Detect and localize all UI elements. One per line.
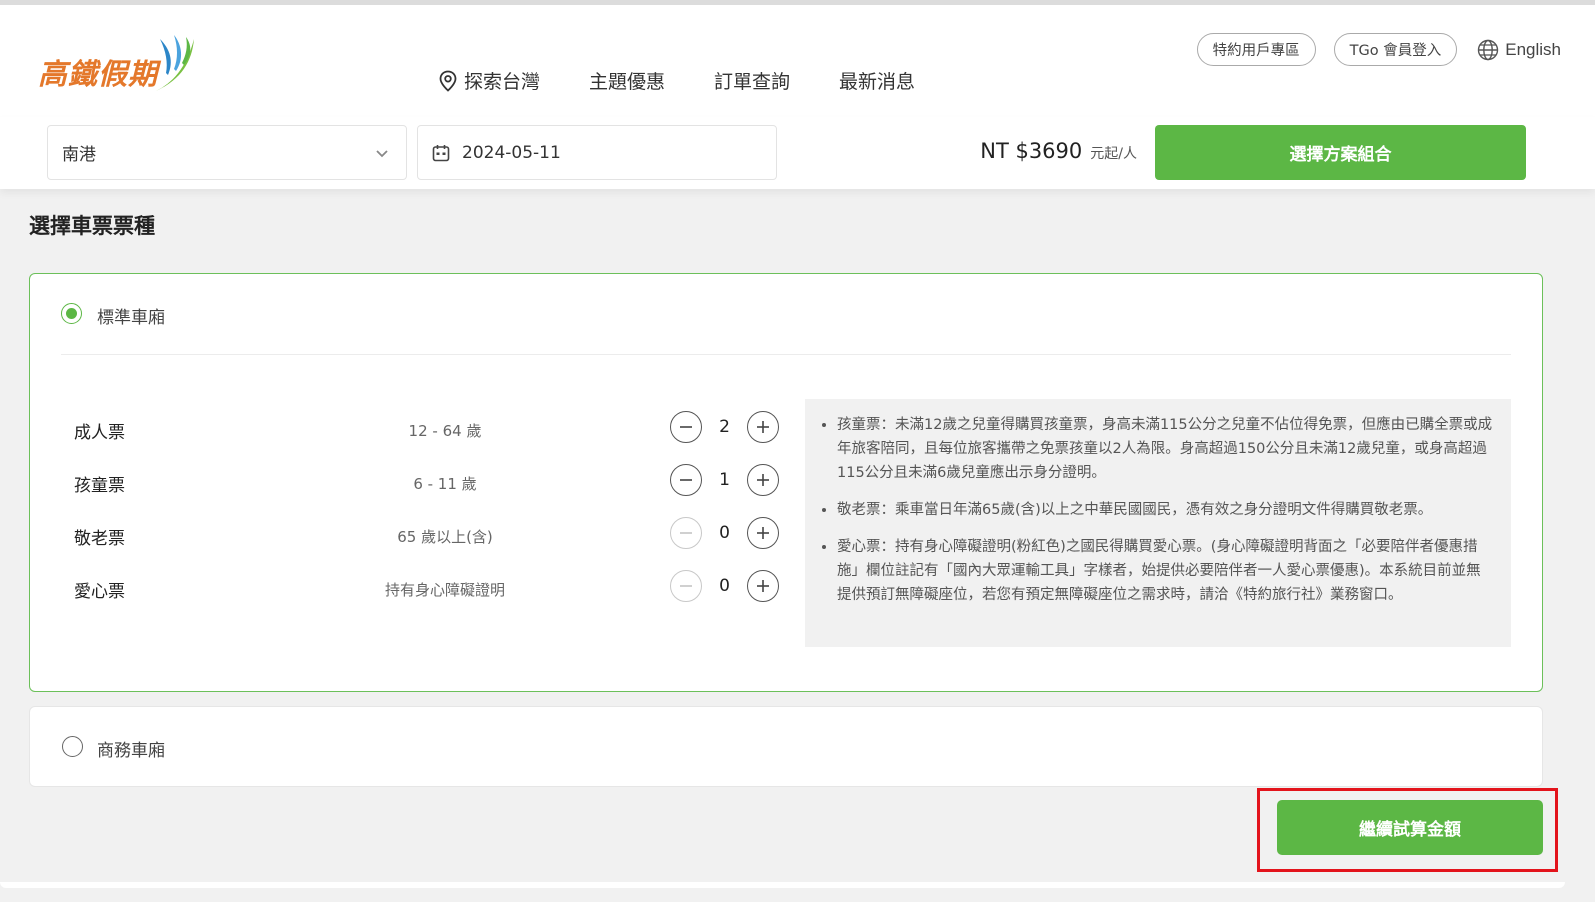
ticket-name: 成人票 [74,423,125,443]
logo-swoosh-icon [156,35,195,91]
ticket-name: 愛心票 [74,582,125,602]
station-value: 南港 [62,145,96,165]
nav-latest-news[interactable]: 最新消息 [839,67,915,94]
note-senior: 敬老票：乘車當日年滿65歲(含)以上之中華民國國民，憑有效之身分證明文件得購買敬… [837,498,1493,522]
ticket-age: 持有身心障礙證明 [384,581,505,599]
standard-car-card: 標準車廂 成人票 12 - 64 歲 2 孩童票 6 - 11 歲 1 敬老票 … [29,273,1543,692]
continue-calculate-button[interactable]: 繼續試算金額 [1277,800,1543,855]
business-car-radio[interactable] [62,736,83,757]
nav-label: 探索台灣 [464,71,541,93]
date-value: 2024-05-11 [462,142,561,163]
search-bar: 南港 2024-05-11 NT $3690 元起/人 選擇方案組合 [0,117,1595,189]
nav-label: 主題優惠 [589,71,666,93]
globe-icon [1478,39,1499,60]
ticket-row-child: 孩童票 6 - 11 歲 1 [30,462,810,502]
minus-button[interactable] [670,411,702,443]
ticket-age: 6 - 11 歲 [413,475,477,493]
quantity-value: 0 [719,523,730,543]
calendar-icon [432,144,450,161]
ticket-row-senior: 敬老票 65 歲以上(含) 0 [30,515,810,555]
ticket-row-disability: 愛心票 持有身心障礙證明 0 [30,568,810,608]
ticket-age: 12 - 64 歲 [408,422,482,440]
logo-text: 高鐵假期 [38,57,159,91]
standard-car-radio[interactable] [61,303,82,324]
ticket-name: 敬老票 [74,529,125,549]
minus-icon [680,532,692,534]
business-car-label: 商務車廂 [97,741,165,761]
plus-icon [757,421,769,433]
location-pin-icon [439,70,457,92]
date-picker[interactable]: 2024-05-11 [417,125,777,180]
ticket-row-adult: 成人票 12 - 64 歲 2 [30,409,810,449]
quantity-value: 2 [719,417,730,437]
quantity-value: 1 [719,470,730,490]
chevron-down-icon [376,150,388,158]
card-bottom-edge [0,882,1565,888]
plus-button[interactable] [747,570,779,602]
plus-icon [757,474,769,486]
plus-button[interactable] [747,411,779,443]
price-unit: 元起/人 [1090,146,1137,162]
nav-theme-deals[interactable]: 主題優惠 [589,67,665,94]
plus-button[interactable] [747,517,779,549]
header-actions: 特約用戶專區 TGo 會員登入 English [1179,33,1561,66]
senior-quantity-stepper: 0 [670,517,779,549]
disability-quantity-stepper: 0 [670,570,779,602]
price-display: NT $3690 元起/人 [980,139,1137,163]
plus-icon [757,527,769,539]
ticket-name: 孩童票 [74,476,125,496]
minus-button[interactable] [670,570,702,602]
member-login-button[interactable]: TGo 會員登入 [1333,33,1458,66]
station-select[interactable]: 南港 [47,125,407,180]
note-disability: 愛心票：持有身心障礙證明(粉紅色)之國民得購買愛心票。(身心障礙證明背面之「必要… [837,535,1493,607]
adult-quantity-stepper: 2 [670,411,779,443]
divider [61,354,1511,355]
choose-package-button[interactable]: 選擇方案組合 [1155,125,1526,180]
language-label: English [1505,39,1561,59]
notes-list: 孩童票：未滿12歲之兒童得購買孩童票，身高未滿115公分之兒童不佔位得免票，但應… [837,413,1493,607]
special-users-button[interactable]: 特約用戶專區 [1196,33,1316,66]
site-header: 高鐵假期 探索台灣 主題優惠 訂單查詢 最新消息 特約用戶專區 TGo 會員登入 [0,5,1595,117]
minus-button[interactable] [670,517,702,549]
ticket-age: 65 歲以上(含) [397,528,493,546]
business-car-card: 商務車廂 [29,706,1543,787]
minus-button[interactable] [670,464,702,496]
section-title: 選擇車票票種 [29,214,155,238]
plus-icon [757,580,769,592]
logo[interactable]: 高鐵假期 [38,33,198,93]
standard-car-label: 標準車廂 [97,308,165,328]
plus-button[interactable] [747,464,779,496]
minus-icon [680,479,692,481]
language-switch[interactable]: English [1477,39,1561,61]
ticket-notes: 孩童票：未滿12歲之兒童得購買孩童票，身高未滿115公分之兒童不佔位得免票，但應… [805,399,1511,647]
main-nav: 探索台灣 主題優惠 訂單查詢 最新消息 [438,67,964,94]
minus-icon [680,426,692,428]
minus-icon [680,585,692,587]
nav-label: 最新消息 [839,71,916,93]
note-child: 孩童票：未滿12歲之兒童得購買孩童票，身高未滿115公分之兒童不佔位得免票，但應… [837,413,1493,485]
nav-order-lookup[interactable]: 訂單查詢 [714,67,790,94]
nav-label: 訂單查詢 [714,71,791,93]
nav-explore-taiwan[interactable]: 探索台灣 [438,67,540,94]
price-amount: NT $3690 [980,139,1083,163]
quantity-value: 0 [719,576,730,596]
child-quantity-stepper: 1 [670,464,779,496]
